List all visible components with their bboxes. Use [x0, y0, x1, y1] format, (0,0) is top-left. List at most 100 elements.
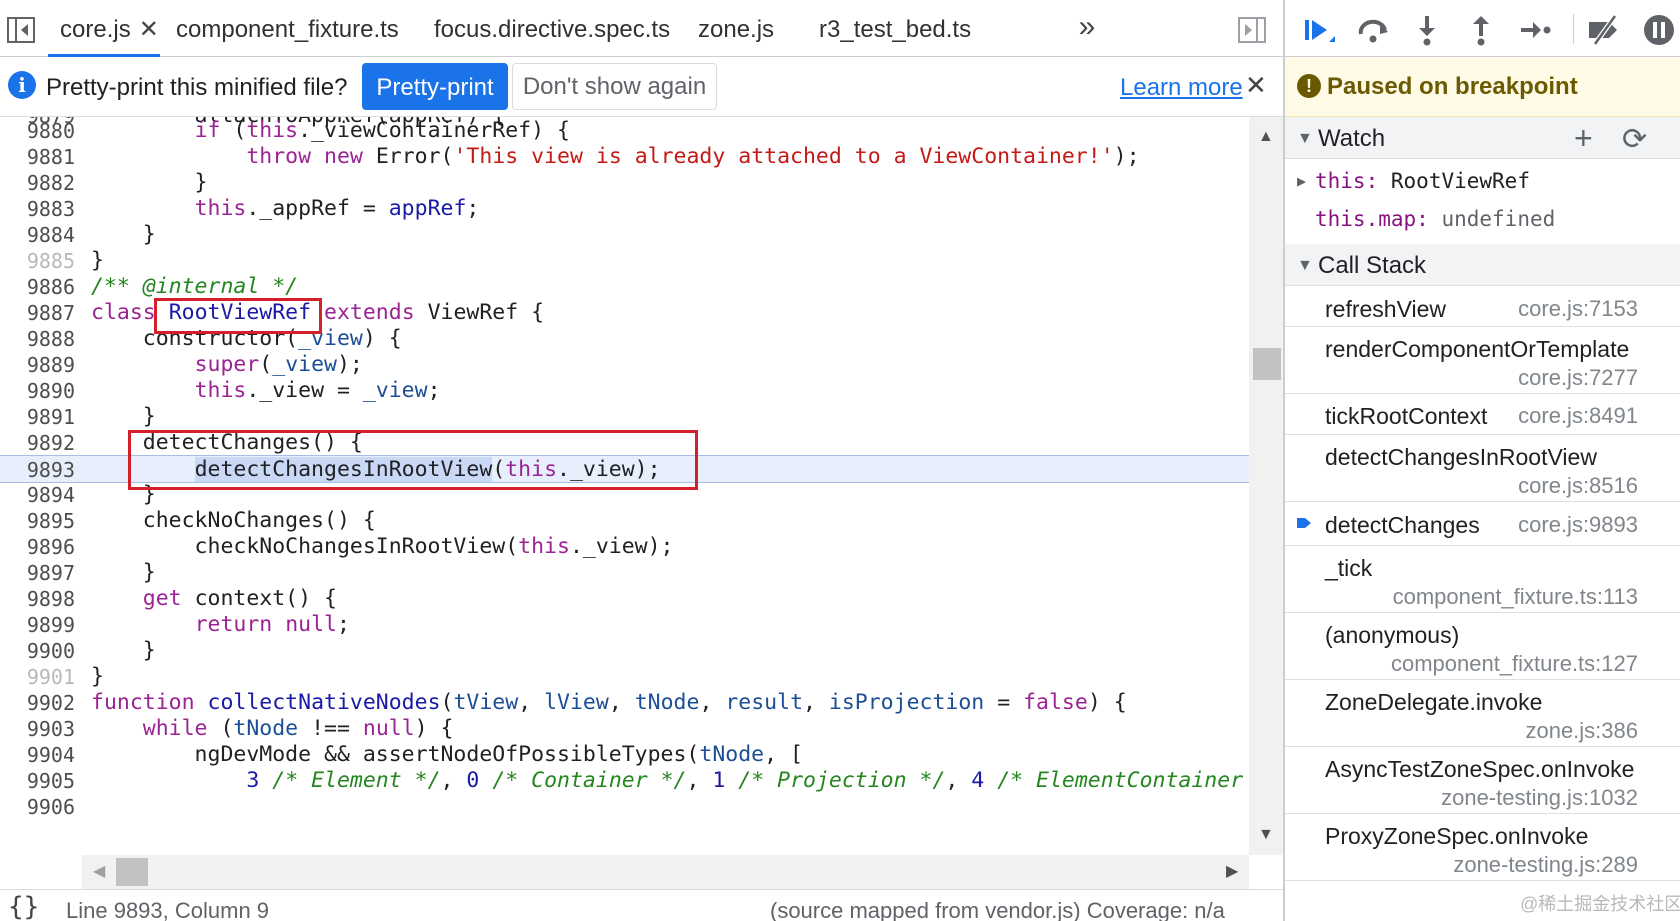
- watch-item[interactable]: this.map: undefined: [1285, 200, 1680, 238]
- frame-location[interactable]: zone-testing.js:1032: [1441, 785, 1638, 811]
- vertical-scroll-thumb[interactable]: [1253, 348, 1281, 380]
- watch-value: RootViewRef: [1390, 169, 1530, 193]
- frame-location[interactable]: core.js:7277: [1518, 365, 1638, 391]
- call-frame[interactable]: ProxyZoneSpec.onInvoke zone-testing.js:2…: [1285, 814, 1680, 881]
- file-tab-bar: core.js ✕ component_fixture.ts focus.dire…: [0, 0, 1283, 57]
- debugger-toolbar: [1285, 0, 1680, 57]
- debugger-sidebar: ! Paused on breakpoint ▼ Watch + ⟳ ▶ thi…: [1285, 0, 1680, 921]
- frame-location[interactable]: core.js:9893: [1518, 512, 1638, 538]
- tab-component-fixture[interactable]: component_fixture.ts: [176, 0, 399, 57]
- pretty-print-infobar: i Pretty-print this minified file? Prett…: [0, 57, 1283, 117]
- call-frame[interactable]: AsyncTestZoneSpec.onInvoke zone-testing.…: [1285, 747, 1680, 814]
- code-line: 9882 }: [26, 170, 208, 195]
- watch-key: this.map: [1315, 207, 1417, 231]
- step-icon[interactable]: [1515, 12, 1555, 48]
- frame-location[interactable]: zone-testing.js:289: [1453, 852, 1638, 878]
- collapse-triangle-icon[interactable]: ▼: [1297, 130, 1313, 148]
- tab-label: focus.directive.spec.ts: [434, 16, 671, 43]
- frame-location[interactable]: core.js:8516: [1518, 473, 1638, 499]
- frame-location[interactable]: core.js:7153: [1518, 296, 1638, 322]
- call-frame[interactable]: refreshView core.js:7153: [1285, 286, 1680, 327]
- call-frame[interactable]: tickRootContext core.js:8491: [1285, 394, 1680, 435]
- code-line: 9897 }: [26, 560, 156, 585]
- code-line: 9904 ngDevMode && assertNodeOfPossibleTy…: [26, 742, 803, 767]
- code-line: 9886/** @internal */: [26, 274, 299, 299]
- scroll-up-arrow-icon[interactable]: ▲: [1258, 128, 1274, 146]
- step-over-icon[interactable]: [1353, 12, 1393, 48]
- call-frame[interactable]: renderComponentOrTemplate core.js:7277: [1285, 327, 1680, 394]
- more-tabs-icon[interactable]: »: [1072, 12, 1102, 44]
- add-watch-icon[interactable]: +: [1574, 120, 1593, 157]
- refresh-watch-icon[interactable]: ⟳: [1622, 122, 1647, 157]
- deactivate-breakpoints-icon[interactable]: [1585, 12, 1625, 48]
- call-frame[interactable]: (anonymous) component_fixture.ts:127: [1285, 613, 1680, 680]
- learn-more-link[interactable]: Learn more: [1120, 74, 1243, 102]
- tab-zone-js[interactable]: zone.js: [698, 0, 774, 57]
- dont-show-again-button[interactable]: Don't show again: [512, 63, 717, 110]
- scroll-right-arrow-icon[interactable]: ▶: [1226, 861, 1238, 881]
- code-line: 9890 this._view = _view;: [26, 378, 441, 403]
- frame-location[interactable]: component_fixture.ts:113: [1393, 584, 1638, 610]
- code-line: 9906: [26, 795, 75, 819]
- expand-triangle-icon[interactable]: ▶: [1297, 162, 1306, 200]
- code-line: 9898 get context() {: [26, 586, 337, 611]
- close-infobar-icon[interactable]: ✕: [1245, 70, 1267, 101]
- step-out-icon[interactable]: [1461, 12, 1501, 48]
- frame-name: (anonymous): [1325, 622, 1460, 648]
- code-line: 9895 checkNoChanges() {: [26, 508, 376, 533]
- current-frame-arrow-icon: [1297, 518, 1311, 528]
- callstack-section-header[interactable]: ▼ Call Stack: [1285, 244, 1680, 286]
- frame-name: AsyncTestZoneSpec.onInvoke: [1325, 756, 1635, 782]
- frame-location[interactable]: component_fixture.ts:127: [1391, 651, 1638, 677]
- code-line: 9905 3 /* Element */, 0 /* Container */,…: [26, 768, 1244, 793]
- tab-core-js[interactable]: core.js ✕: [48, 0, 160, 57]
- frame-location[interactable]: core.js:8491: [1518, 403, 1638, 429]
- code-line: 9899 return null;: [26, 612, 350, 637]
- watch-section-header[interactable]: ▼ Watch + ⟳: [1285, 117, 1680, 159]
- tab-r3-test-bed[interactable]: r3_test_bed.ts: [819, 0, 971, 57]
- call-frame-current[interactable]: detectChanges core.js:9893: [1285, 502, 1680, 546]
- frame-location[interactable]: zone.js:386: [1525, 718, 1638, 744]
- paused-banner: ! Paused on breakpoint: [1285, 57, 1680, 117]
- watch-key: this: [1315, 169, 1366, 193]
- step-into-icon[interactable]: [1407, 12, 1447, 48]
- horizontal-scroll-thumb[interactable]: [116, 858, 148, 886]
- toggle-navigator-icon[interactable]: [6, 16, 36, 44]
- resume-icon[interactable]: [1299, 12, 1339, 48]
- watch-item[interactable]: ▶ this: RootViewRef: [1285, 162, 1680, 200]
- tab-label: r3_test_bed.ts: [819, 16, 972, 43]
- tab-label: zone.js: [698, 16, 775, 43]
- code-line: 9900 }: [26, 638, 156, 663]
- toolbar-separator: [1573, 14, 1574, 44]
- pretty-print-icon[interactable]: {}: [8, 892, 39, 921]
- tab-focus-directive-spec[interactable]: focus.directive.spec.ts: [434, 0, 670, 57]
- call-frame[interactable]: _tick component_fixture.ts:113: [1285, 546, 1680, 613]
- code-line: 9885}: [26, 248, 104, 273]
- paused-message: Paused on breakpoint: [1327, 73, 1578, 100]
- code-line: 9884 }: [26, 222, 156, 247]
- frame-name: detectChangesInRootView: [1325, 444, 1597, 470]
- call-frame[interactable]: ZoneDelegate.invoke zone.js:386: [1285, 680, 1680, 747]
- pause-on-exceptions-icon[interactable]: [1639, 12, 1679, 48]
- scroll-down-arrow-icon[interactable]: ▼: [1258, 826, 1274, 844]
- annotation-box-detectchanges: [128, 430, 698, 490]
- horizontal-scrollbar[interactable]: [82, 855, 1249, 889]
- code-editor[interactable]: 9879 attachToAppRef(appRef) { 9880 if (t…: [0, 117, 1249, 855]
- info-icon: i: [8, 71, 36, 99]
- code-line: 9903 while (tNode !== null) {: [26, 716, 454, 741]
- vertical-scrollbar[interactable]: [1249, 117, 1283, 855]
- pretty-print-button[interactable]: Pretty-print: [362, 63, 508, 110]
- close-tab-icon[interactable]: ✕: [139, 0, 159, 60]
- code-line: 9891 }: [26, 404, 156, 429]
- annotation-box-rootviewref: [154, 298, 322, 334]
- tab-label: component_fixture.ts: [176, 16, 399, 43]
- frame-name: refreshView: [1325, 296, 1447, 322]
- frame-name: tickRootContext: [1325, 403, 1488, 429]
- collapse-triangle-icon[interactable]: ▼: [1297, 257, 1313, 275]
- watermark: @稀土掘金技术社区: [1520, 894, 1680, 914]
- call-frame[interactable]: detectChangesInRootView core.js:8516: [1285, 435, 1680, 502]
- frame-name: ZoneDelegate.invoke: [1325, 689, 1543, 715]
- scroll-left-arrow-icon[interactable]: ◀: [93, 861, 105, 881]
- toggle-debugger-sidebar-icon[interactable]: [1237, 16, 1267, 44]
- sources-editor-pane: core.js ✕ component_fixture.ts focus.dire…: [0, 0, 1283, 921]
